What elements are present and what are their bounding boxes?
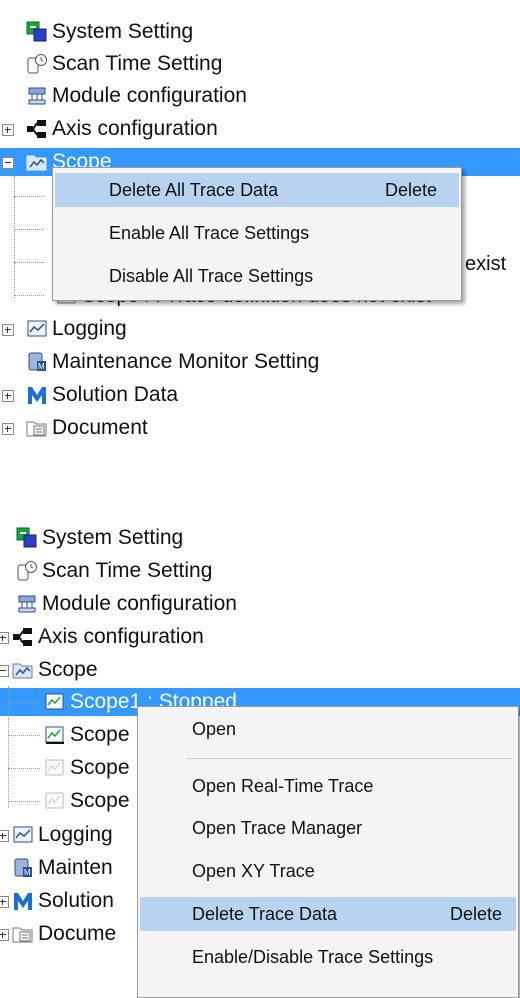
system-setting-icon (16, 527, 38, 549)
expand-toggle[interactable] (0, 929, 9, 941)
menu-separator (186, 758, 512, 759)
menu-item-enable-disable-trace-settings[interactable]: Enable/Disable Trace Settings (138, 940, 518, 974)
tree-item-label: Scope (38, 658, 98, 681)
tree-item-scope[interactable]: Scope (12, 655, 98, 685)
tree-connector (8, 801, 40, 802)
scope-trace-disabled-icon (44, 757, 66, 779)
tree-item-module-configuration[interactable]: Module configuration (16, 589, 237, 619)
folder-icon (26, 151, 48, 173)
axis-configuration-icon (12, 626, 34, 648)
scope-trace-disabled-icon (44, 790, 66, 812)
tree-item-scan-time-setting[interactable]: Scan Time Setting (26, 49, 222, 79)
menu-item-disable-all-trace-settings[interactable]: Disable All Trace Settings (53, 259, 461, 293)
menu-item-open[interactable]: Open (138, 712, 518, 746)
tree-connector (14, 229, 44, 230)
tree-item-label: Axis configuration (38, 625, 204, 648)
tree-item-label: Docume (38, 922, 117, 945)
document-icon (12, 923, 34, 945)
maintenance-monitor-icon: M (26, 351, 48, 373)
tree-item-label: Module configuration (42, 592, 237, 615)
tree-item-module-configuration[interactable]: Module configuration (26, 81, 247, 111)
system-setting-icon (26, 21, 48, 43)
tree-item-label: Scope (70, 789, 130, 812)
menu-item-enable-all-trace-settings[interactable]: Enable All Trace Settings (53, 216, 461, 250)
tree-item-label: Solution (38, 889, 114, 912)
svg-text:M: M (38, 362, 45, 371)
menu-item-delete-all-trace-data[interactable]: Delete All Trace Data Delete (55, 173, 459, 207)
module-configuration-icon (16, 593, 38, 615)
tree-item-logging[interactable]: Logging (12, 820, 113, 850)
scope-trace-icon (44, 724, 66, 746)
tree-item-label: Scope (70, 756, 130, 779)
tree-item-label: System Setting (42, 526, 184, 549)
tree-item-document[interactable]: Docume (12, 919, 116, 949)
tree-connector (8, 768, 40, 769)
collapse-toggle[interactable] (2, 157, 14, 169)
expand-toggle[interactable] (2, 324, 14, 336)
tree-item-scan-time-setting[interactable]: Scan Time Setting (16, 556, 212, 586)
solution-data-icon (12, 890, 34, 912)
tree-connector (8, 686, 9, 808)
project-tree-panel-top: System Setting Scan Time Setting Module … (0, 0, 520, 470)
context-menu: Open Open Real-Time Trace Open Trace Man… (137, 706, 519, 998)
tree-item-label: Mainten (38, 856, 113, 879)
menu-item-open-xy-trace[interactable]: Open XY Trace (138, 854, 518, 888)
tree-item-label: Logging (38, 823, 113, 846)
expand-toggle[interactable] (2, 390, 14, 402)
tree-item-system-setting[interactable]: System Setting (26, 17, 193, 47)
tree-connector (8, 735, 40, 736)
document-icon (26, 417, 48, 439)
svg-text:M: M (24, 868, 31, 877)
tree-item-label: Axis configuration (52, 117, 218, 140)
solution-data-icon (26, 384, 48, 406)
tree-connector (14, 176, 15, 298)
tree-item-label: Logging (52, 317, 127, 340)
tree-item-label: Module configuration (52, 84, 247, 107)
menu-item-delete-trace-data[interactable]: Delete Trace Data Delete (140, 897, 516, 931)
menu-item-open-trace-manager[interactable]: Open Trace Manager (138, 811, 518, 845)
tree-connector (14, 295, 44, 296)
menu-item-open-real-time-trace[interactable]: Open Real-Time Trace (138, 769, 518, 803)
tree-item-solution-data[interactable]: Solution Data (26, 380, 178, 410)
expand-toggle[interactable] (0, 896, 9, 908)
logging-icon (26, 318, 48, 340)
context-menu: Delete All Trace Data Delete Enable All … (52, 167, 462, 301)
tree-item-label: System Setting (52, 20, 194, 43)
tree-item-label: Solution Data (52, 383, 179, 406)
tree-item-scope3[interactable]: Scope (44, 753, 130, 783)
expand-toggle[interactable] (0, 632, 9, 644)
tree-connector (14, 196, 44, 197)
tree-item-document[interactable]: Document (26, 413, 148, 443)
expand-toggle[interactable] (0, 830, 9, 842)
tree-connector (8, 702, 40, 703)
tree-item-scope4[interactable]: Scope (44, 786, 130, 816)
tree-item-solution-data[interactable]: Solution (12, 886, 114, 916)
tree-item-label: Document (52, 416, 148, 439)
tree-item-scope2[interactable]: Scope (44, 720, 130, 750)
logging-icon (12, 824, 34, 846)
tree-item-logging[interactable]: Logging (26, 314, 127, 344)
tree-item-label: Scope (70, 723, 130, 746)
tree-item-label: Scan Time Setting (52, 52, 223, 75)
project-tree-panel-bottom: System Setting Scan Time Setting Module … (0, 510, 520, 998)
scan-time-icon (26, 53, 48, 75)
scope-trace-icon (44, 691, 66, 713)
folder-icon (12, 659, 34, 681)
expand-toggle[interactable] (2, 124, 14, 136)
maintenance-monitor-icon: M (12, 857, 34, 879)
tree-item-scope3-tail: exist (465, 252, 507, 275)
collapse-toggle[interactable] (0, 665, 9, 677)
expand-toggle[interactable] (2, 423, 14, 435)
axis-configuration-icon (26, 118, 48, 140)
tree-connector (14, 262, 44, 263)
tree-item-label: Maintenance Monitor Setting (52, 350, 320, 373)
tree-item-axis-configuration[interactable]: Axis configuration (12, 622, 204, 652)
tree-item-axis-configuration[interactable]: Axis configuration (26, 114, 218, 144)
scan-time-icon (16, 560, 38, 582)
tree-item-system-setting[interactable]: System Setting (16, 523, 183, 553)
tree-item-label: Scan Time Setting (42, 559, 213, 582)
tree-item-maintenance-monitor-setting[interactable]: M Mainten (12, 853, 113, 883)
module-configuration-icon (26, 85, 48, 107)
tree-item-maintenance-monitor-setting[interactable]: M Maintenance Monitor Setting (26, 347, 319, 377)
